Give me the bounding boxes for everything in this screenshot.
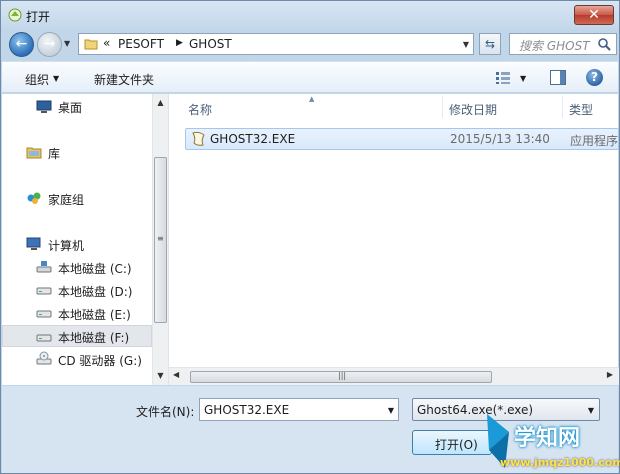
executable-file-icon bbox=[192, 131, 205, 146]
filename-dropdown-icon[interactable]: ▼ bbox=[388, 406, 394, 415]
address-dropdown-icon[interactable]: ▼ bbox=[463, 40, 469, 49]
sidebar-item-label: 家庭组 bbox=[48, 193, 85, 207]
search-input[interactable]: 搜索 GHOST bbox=[509, 33, 617, 55]
open-button-label: 打开(O) bbox=[435, 438, 478, 452]
navigation-pane: 桌面 库 家庭组 计算机 本地磁盘 (C:) 本地磁盘 (D:) 本地磁盘 (E… bbox=[2, 94, 168, 385]
sidebar-item-label: 本地磁盘 (F:) bbox=[58, 331, 130, 345]
folder-icon bbox=[84, 39, 98, 50]
window-title: 打开 bbox=[26, 10, 51, 24]
file-list-scroll-thumb[interactable]: ||| bbox=[190, 371, 492, 383]
column-header-type[interactable]: 类型 bbox=[563, 94, 619, 121]
sidebar-item-cd-drive[interactable]: CD 驱动器 (G:) bbox=[2, 348, 152, 370]
file-row[interactable]: GHOST32.EXE 2015/5/13 13:40 应用程序 bbox=[185, 128, 619, 150]
new-folder-button[interactable]: 新建文件夹 bbox=[94, 71, 154, 88]
filename-field[interactable]: GHOST32.EXE ▼ bbox=[199, 398, 399, 421]
library-icon bbox=[26, 147, 42, 159]
sidebar-item-label: 本地磁盘 (D:) bbox=[58, 285, 133, 299]
column-header-label: 类型 bbox=[569, 103, 594, 117]
filename-label: 文件名(N): bbox=[136, 405, 195, 419]
close-button[interactable]: ✕ bbox=[574, 5, 614, 25]
navigation-row: ← → ▼ « PESOFT ▶ GHOST ▼ ⇆ 搜索 GHOST bbox=[1, 29, 619, 59]
search-icon[interactable] bbox=[597, 37, 611, 51]
sidebar-item-drive-c[interactable]: 本地磁盘 (C:) bbox=[2, 256, 152, 278]
filename-value: GHOST32.EXE bbox=[204, 403, 290, 417]
column-header-label: 修改日期 bbox=[449, 103, 498, 117]
column-header-name[interactable]: ▲ 名称 bbox=[169, 94, 443, 121]
forward-button[interactable]: → bbox=[37, 32, 62, 57]
breadcrumb-overflow[interactable]: « bbox=[103, 36, 110, 50]
organize-dropdown-icon[interactable]: ▼ bbox=[53, 74, 59, 83]
sidebar-item-label: 桌面 bbox=[58, 101, 83, 115]
back-arrow-icon: ← bbox=[15, 36, 28, 52]
sidebar-item-computer[interactable]: 计算机 bbox=[2, 233, 152, 255]
close-icon: ✕ bbox=[588, 7, 600, 23]
scroll-left-icon[interactable]: ◀ bbox=[173, 370, 179, 379]
title-bar: 打开 ✕ bbox=[1, 1, 619, 29]
computer-icon bbox=[26, 237, 41, 250]
sidebar-item-drive-f[interactable]: 本地磁盘 (F:) bbox=[2, 325, 152, 347]
search-placeholder: 搜索 GHOST bbox=[519, 39, 590, 53]
open-file-dialog: 打开 ✕ ← → ▼ « PESOFT ▶ GHOST ▼ ⇆ 搜索 GHOST… bbox=[0, 0, 620, 474]
scroll-down-icon[interactable]: ▼ bbox=[153, 368, 168, 384]
change-view-icon[interactable] bbox=[495, 71, 511, 85]
scroll-up-icon[interactable]: ▲ bbox=[153, 95, 168, 111]
view-options-dropdown-icon[interactable]: ▼ bbox=[520, 74, 526, 83]
breadcrumb-pesoft[interactable]: PESOFT bbox=[118, 37, 164, 51]
file-modified-date: 2015/5/13 13:40 bbox=[450, 132, 550, 146]
cd-drive-icon bbox=[36, 351, 52, 365]
drive-icon bbox=[36, 310, 52, 318]
sidebar-item-label: 计算机 bbox=[48, 239, 85, 253]
refresh-button[interactable]: ⇆ bbox=[479, 33, 501, 55]
sidebar-scroll-thumb[interactable]: ≡ bbox=[154, 157, 167, 323]
watermark-url: www.jmqz1000.com bbox=[500, 456, 620, 469]
breadcrumb-separator-icon[interactable]: ▶ bbox=[176, 38, 183, 48]
help-icon[interactable]: ? bbox=[586, 69, 603, 86]
sidebar-item-homegroup[interactable]: 家庭组 bbox=[2, 187, 152, 209]
sidebar-item-library[interactable]: 库 bbox=[2, 141, 152, 163]
column-header-label: 名称 bbox=[188, 103, 213, 117]
file-name: GHOST32.EXE bbox=[210, 132, 296, 146]
back-button[interactable]: ← bbox=[9, 32, 34, 57]
drive-icon bbox=[36, 334, 52, 342]
file-type: 应用程序 bbox=[570, 134, 619, 148]
column-header-date[interactable]: 修改日期 bbox=[443, 94, 563, 121]
desktop-icon bbox=[36, 100, 52, 113]
sidebar-item-desktop[interactable]: 桌面 bbox=[2, 95, 152, 117]
scroll-right-icon[interactable]: ▶ bbox=[607, 370, 613, 379]
file-list-pane: ▲ 名称 修改日期 类型 GHOST32.EXE 2015/5/13 13:40… bbox=[168, 94, 619, 385]
forward-arrow-icon: → bbox=[43, 36, 56, 52]
sidebar-item-label: 库 bbox=[48, 147, 61, 161]
sidebar-item-drive-d[interactable]: 本地磁盘 (D:) bbox=[2, 279, 152, 301]
recent-locations-dropdown[interactable]: ▼ bbox=[64, 39, 70, 48]
sort-ascending-icon: ▲ bbox=[309, 95, 315, 103]
app-icon bbox=[8, 8, 22, 22]
address-bar[interactable]: « PESOFT ▶ GHOST ▼ bbox=[78, 33, 474, 55]
homegroup-icon bbox=[27, 192, 41, 204]
drive-icon bbox=[36, 287, 52, 295]
file-list-scrollbar[interactable]: ◀ ||| ▶ bbox=[169, 367, 619, 385]
sidebar-item-label: 本地磁盘 (E:) bbox=[58, 308, 131, 322]
sidebar-item-drive-e[interactable]: 本地磁盘 (E:) bbox=[2, 302, 152, 324]
organize-button[interactable]: 组织 bbox=[25, 71, 49, 88]
sidebar-scrollbar[interactable]: ▲ ≡ ▼ bbox=[152, 94, 168, 385]
watermark-text: 学知网 bbox=[514, 426, 581, 451]
command-bar: 组织 ▼ 新建文件夹 ▼ ? bbox=[2, 61, 618, 93]
preview-pane-icon[interactable] bbox=[550, 70, 566, 85]
system-drive-icon bbox=[36, 261, 52, 273]
refresh-icon: ⇆ bbox=[484, 37, 496, 51]
sidebar-item-label: 本地磁盘 (C:) bbox=[58, 262, 132, 276]
grip-icon: ||| bbox=[338, 371, 347, 380]
breadcrumb-ghost[interactable]: GHOST bbox=[189, 37, 232, 51]
sidebar-item-label: CD 驱动器 (G:) bbox=[58, 354, 142, 368]
grip-icon: ≡ bbox=[157, 234, 164, 243]
